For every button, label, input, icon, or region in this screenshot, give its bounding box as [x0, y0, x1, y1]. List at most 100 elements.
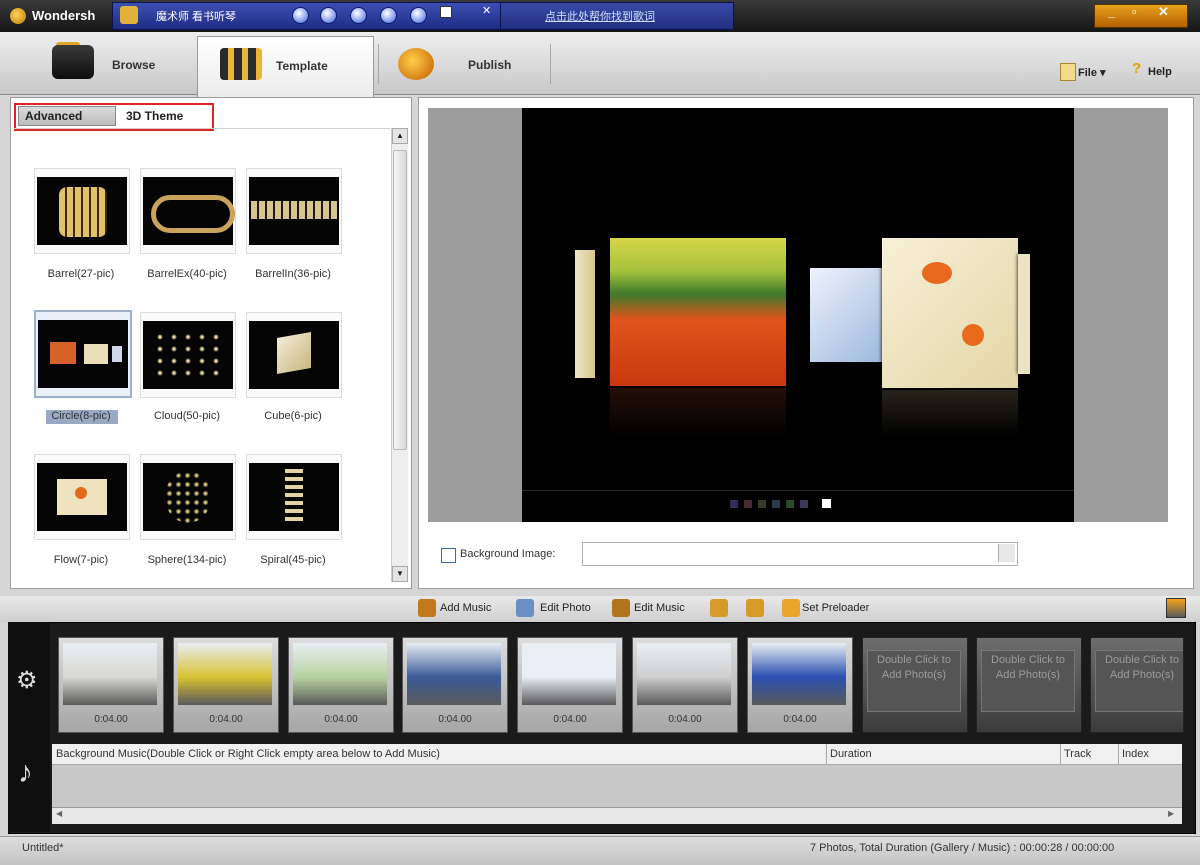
background-image-checkbox[interactable]	[441, 548, 456, 563]
scroll-left-icon[interactable]: ◀	[56, 809, 62, 818]
close-button[interactable]: ✕	[1158, 4, 1169, 20]
storyboard-photo-slot[interactable]: 0:04.00	[58, 637, 164, 733]
photo-duration: 0:04.00	[324, 714, 358, 725]
template-sphere[interactable]	[140, 454, 236, 540]
storyboard-photo-slot[interactable]: 0:04.00	[173, 637, 279, 733]
storyboard-photo-slot[interactable]: 0:04.00	[517, 637, 623, 733]
player-play-icon[interactable]	[320, 7, 337, 24]
template-flow[interactable]	[34, 454, 130, 540]
empty-photo-slot[interactable]: Double Click to Add Photo(s)	[862, 637, 968, 733]
photo-car	[637, 643, 731, 705]
help-button[interactable]: Help	[1148, 66, 1172, 78]
template-thumbnail	[143, 463, 233, 531]
storyboard-photo-slot[interactable]: 0:04.00	[747, 637, 853, 733]
player-stop-icon[interactable]	[380, 7, 397, 24]
photo-thumbnail	[752, 643, 846, 705]
pager-dot[interactable]	[772, 500, 780, 508]
film-reel-icon[interactable]: ⚙	[16, 666, 38, 695]
scroll-up-icon[interactable]: ▲	[392, 128, 408, 144]
background-image-field[interactable]	[582, 542, 1018, 566]
background-image-browse-button[interactable]	[998, 544, 1015, 562]
add-music-button[interactable]: Add Music	[440, 602, 491, 614]
storyboard-photo-slot[interactable]: 0:04.00	[632, 637, 738, 733]
flower-blossom	[962, 324, 984, 346]
template-thumbnail	[249, 177, 339, 245]
empty-photo-slot[interactable]: Double Click to Add Photo(s)	[976, 637, 1082, 733]
set-preloader-button[interactable]: Set Preloader	[802, 602, 869, 614]
pager-dot[interactable]	[758, 500, 766, 508]
scrollbar-thumb[interactable]	[393, 150, 407, 450]
edit-photo-button[interactable]: Edit Photo	[540, 602, 591, 614]
edit-music-button[interactable]: Edit Music	[634, 602, 685, 614]
photo-car	[178, 643, 272, 705]
minimize-button[interactable]: _	[1108, 4, 1115, 19]
pager-dot-active[interactable]	[822, 499, 831, 508]
scroll-down-icon[interactable]: ▼	[392, 566, 408, 582]
toolbar-separator	[378, 44, 379, 84]
subtab-highlight-box	[14, 103, 214, 131]
storyboard-toggle-icon[interactable]	[1166, 598, 1186, 618]
app-title: Wondersh	[32, 8, 96, 23]
preview-photo-tulips	[610, 238, 786, 386]
music-column-index[interactable]: Index	[1122, 748, 1149, 760]
photo-thumbnail	[522, 643, 616, 705]
player-pause-icon[interactable]	[350, 7, 367, 24]
empty-photo-slot[interactable]: Double Click to Add Photo(s)	[1090, 637, 1184, 733]
player-close-icon[interactable]: ✕	[482, 4, 491, 17]
film-template-icon	[220, 48, 262, 80]
lyrics-link[interactable]: 点击此处帮你找到歌词	[545, 8, 655, 24]
tab-template-label[interactable]: Template	[276, 59, 328, 73]
template-barrel[interactable]	[34, 168, 130, 254]
template-thumbnail	[37, 463, 127, 531]
template-label: Spiral(45-pic)	[260, 554, 326, 566]
template-circle-selected[interactable]	[34, 310, 132, 398]
music-column-duration[interactable]: Duration	[830, 748, 872, 760]
music-column-name[interactable]: Background Music(Double Click or Right C…	[56, 748, 440, 760]
player-next-icon[interactable]	[410, 7, 427, 24]
file-menu-icon	[1060, 63, 1076, 81]
music-list-area[interactable]	[52, 765, 1182, 807]
help-bulb-icon: ?	[1132, 60, 1142, 77]
rotate-left-icon[interactable]	[710, 599, 728, 617]
template-barrelex[interactable]	[140, 168, 236, 254]
scroll-right-icon[interactable]: ▶	[1168, 809, 1174, 818]
player-home-icon[interactable]	[120, 6, 138, 24]
template-cloud[interactable]	[140, 312, 236, 398]
template-label: Cloud(50-pic)	[153, 410, 221, 422]
rotate-right-icon[interactable]	[746, 599, 764, 617]
pager-dot[interactable]	[744, 500, 752, 508]
template-spiral[interactable]	[246, 454, 342, 540]
tab-publish-label[interactable]: Publish	[468, 58, 511, 72]
template-cube[interactable]	[246, 312, 342, 398]
storyboard-photo-slot[interactable]: 0:04.00	[402, 637, 508, 733]
template-thumbnail	[38, 320, 128, 388]
preview-photo-flower	[882, 238, 1018, 388]
storyboard-photo-slot[interactable]: 0:04.00	[288, 637, 394, 733]
preview-reflection	[882, 390, 1018, 436]
music-horizontal-scrollbar[interactable]	[52, 807, 1182, 824]
photo-thumbnail	[63, 643, 157, 705]
player-mini-icon[interactable]	[440, 6, 452, 18]
file-menu[interactable]: File ▾	[1078, 66, 1106, 79]
photo-duration: 0:04.00	[553, 714, 587, 725]
music-note-icon[interactable]: ♪	[18, 756, 33, 790]
add-music-icon	[418, 599, 436, 617]
photo-car	[63, 643, 157, 705]
empty-slot-hint: Double Click to Add Photo(s)	[867, 650, 961, 712]
player-prev-icon[interactable]	[292, 7, 309, 24]
template-label: Barrel(27-pic)	[47, 268, 115, 280]
publish-disc-icon	[398, 48, 434, 80]
background-image-label: Background Image:	[460, 548, 556, 560]
photo-count-status: 7 Photos, Total Duration (Gallery / Musi…	[810, 842, 1115, 854]
photo-car	[293, 643, 387, 705]
template-thumbnail	[143, 321, 233, 389]
column-separator	[1118, 744, 1119, 764]
template-barrelin[interactable]	[246, 168, 342, 254]
maximize-button[interactable]: ▫	[1132, 4, 1137, 19]
template-thumbnail	[143, 177, 235, 245]
music-column-track[interactable]: Track	[1064, 748, 1091, 760]
pager-dot[interactable]	[800, 500, 808, 508]
folder-icon	[52, 45, 94, 79]
pager-dot[interactable]	[786, 500, 794, 508]
pager-dot[interactable]	[730, 500, 738, 508]
